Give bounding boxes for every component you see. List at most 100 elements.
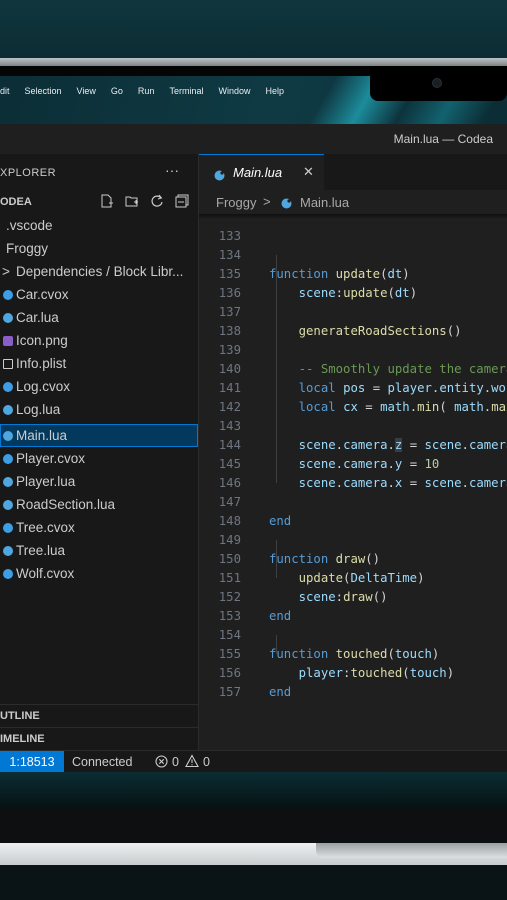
code-line: 146 [199, 455, 507, 490]
code-line: 155 player:touched(touch) [199, 626, 507, 680]
code-line: 138 [199, 303, 507, 338]
code-line: 151 scene:draw() [199, 550, 507, 604]
more-actions-button[interactable]: ··· [165, 162, 179, 178]
chevron-right-icon: > [2, 264, 10, 279]
breadcrumb-file[interactable]: Main.lua [300, 195, 349, 210]
lua-file-icon [3, 431, 13, 441]
lua-file-icon [3, 405, 13, 415]
code-line: 154 function touched(touch) [199, 607, 507, 661]
tree-item-label: Info.plist [16, 356, 67, 371]
code-line: 141 local cx = math.min( math.max( [199, 360, 507, 414]
menu-go[interactable]: Go [111, 86, 123, 96]
tree-item-player-cvox[interactable]: Player.cvox [0, 447, 198, 470]
tree-item-car-lua[interactable]: Car.lua [0, 306, 198, 329]
menu-terminal[interactable]: Terminal [169, 86, 203, 96]
tree-item-log-cvox[interactable]: Log.cvox [0, 375, 198, 398]
plist-file-icon [3, 359, 13, 369]
tree-item-label: .vscode [6, 218, 53, 233]
tree-item-label: Main.lua [16, 428, 68, 443]
breadcrumb-separator: > [263, 194, 271, 209]
tree-item-main-lua[interactable]: Main.lua [0, 424, 198, 447]
laptop-lid-edge [0, 58, 507, 66]
tab-main-lua[interactable]: Main.lua ✕ [199, 154, 324, 191]
cvox-file-icon [3, 523, 13, 533]
tree-item-label: Tree.lua [16, 543, 66, 558]
code-line: 144 scene.camera.y = 10 [199, 417, 507, 471]
lua-file-icon [3, 500, 13, 510]
code-line: 137 generateRoadSections() [199, 284, 507, 338]
code-line: 150 update(DeltaTime) [199, 531, 507, 585]
cvox-file-icon [3, 454, 13, 464]
tree-item-icon-png[interactable]: Icon.png [0, 329, 198, 352]
code-line: 142 [199, 379, 507, 414]
tree-item-roadsection-lua[interactable]: RoadSection.lua [0, 493, 198, 516]
line-number: 157 [218, 685, 241, 699]
tree-item-tree-lua[interactable]: Tree.lua [0, 539, 198, 562]
tree-item-froggy[interactable]: Froggy [0, 237, 198, 260]
tree-item-tree-cvox[interactable]: Tree.cvox [0, 516, 198, 539]
tree-item-wolf-cvox[interactable]: Wolf.cvox [0, 562, 198, 585]
tree-item-player-lua[interactable]: Player.lua [0, 470, 198, 493]
explorer-header: XPLORER [0, 167, 57, 179]
tree-item-label: Wolf.cvox [16, 566, 75, 581]
tree-item-label: Froggy [6, 241, 49, 256]
code-line: 134 function update(dt) [199, 227, 507, 281]
warning-icon[interactable] [185, 754, 199, 771]
lua-file-icon [3, 313, 13, 323]
error-icon[interactable] [155, 755, 168, 771]
tree-item-label: Car.cvox [16, 287, 69, 302]
cvox-file-icon [3, 290, 13, 300]
tree-item-label: Player.lua [16, 474, 76, 489]
menu-selection[interactable]: Selection [25, 86, 62, 96]
project-folder-title[interactable]: ODEA [0, 196, 32, 208]
code-line: 143 scene.camera.z = scene.camera.z [199, 398, 507, 452]
explorer-sidebar: XPLORER ··· ODEA .vscode Froggy > Depend… [0, 154, 199, 750]
timeline-section-header[interactable]: IMELINE [0, 727, 198, 750]
tree-item-info-plist[interactable]: Info.plist [0, 352, 198, 375]
camera-icon [432, 78, 442, 88]
cvox-file-icon [3, 569, 13, 579]
tree-item-label: Tree.cvox [16, 520, 75, 535]
tree-item-label: Player.cvox [16, 451, 86, 466]
code-line: 139 -- Smoothly update the camera [199, 322, 507, 376]
collapse-all-icon[interactable] [175, 194, 189, 208]
tree-item-label: Dependencies / Block Libr... [16, 264, 184, 279]
menu-window[interactable]: Window [218, 86, 250, 96]
tab-label: Main.lua [233, 165, 283, 180]
tree-item-car-cvox[interactable]: Car.cvox [0, 283, 198, 306]
code-line: 145 scene.camera.x = scene.camera.x [199, 436, 507, 490]
floor-background [0, 865, 507, 900]
error-count[interactable]: 0 [172, 755, 179, 769]
tree-item-label: Car.lua [16, 310, 59, 325]
menu-help[interactable]: Help [265, 86, 284, 96]
new-folder-icon[interactable] [125, 194, 139, 208]
new-file-icon[interactable] [100, 194, 114, 208]
tree-item-vscode[interactable]: .vscode [0, 214, 198, 237]
lua-file-icon [214, 168, 225, 181]
menu-items: dit Selection View Go Run Terminal Windo… [0, 86, 299, 96]
warning-count[interactable]: 0 [203, 755, 210, 769]
image-file-icon [3, 336, 13, 346]
code-line: 149 function draw() [199, 512, 507, 566]
code-line: 133 [199, 214, 507, 243]
tree-item-log-lua[interactable]: Log.lua [0, 398, 198, 421]
code-line: 152 end [199, 569, 507, 623]
breadcrumb-folder[interactable]: Froggy [216, 195, 256, 210]
window-title: Main.lua — Codea [393, 132, 493, 146]
cursor-position-status[interactable]: 1:18513 [0, 751, 64, 773]
outline-section-header[interactable]: UTLINE [0, 704, 198, 727]
tree-item-dependencies[interactable]: > Dependencies / Block Libr... [0, 260, 198, 283]
connection-status[interactable]: Connected [72, 755, 132, 769]
laptop-chin [0, 808, 507, 843]
code-line: 140 local pos = player.entity.worldPosit… [199, 341, 507, 395]
code-editor[interactable]: 133 134 function update(dt) 135 scene:up… [199, 214, 507, 750]
laptop-base-notch [316, 843, 507, 858]
code-line: 135 scene:update(dt) [199, 246, 507, 300]
menu-edit[interactable]: dit [0, 86, 10, 96]
menu-run[interactable]: Run [138, 86, 155, 96]
tree-item-label: RoadSection.lua [16, 497, 116, 512]
menu-view[interactable]: View [77, 86, 96, 96]
refresh-icon[interactable] [150, 194, 164, 208]
code-text: end [269, 685, 292, 699]
close-icon[interactable]: ✕ [303, 164, 314, 180]
